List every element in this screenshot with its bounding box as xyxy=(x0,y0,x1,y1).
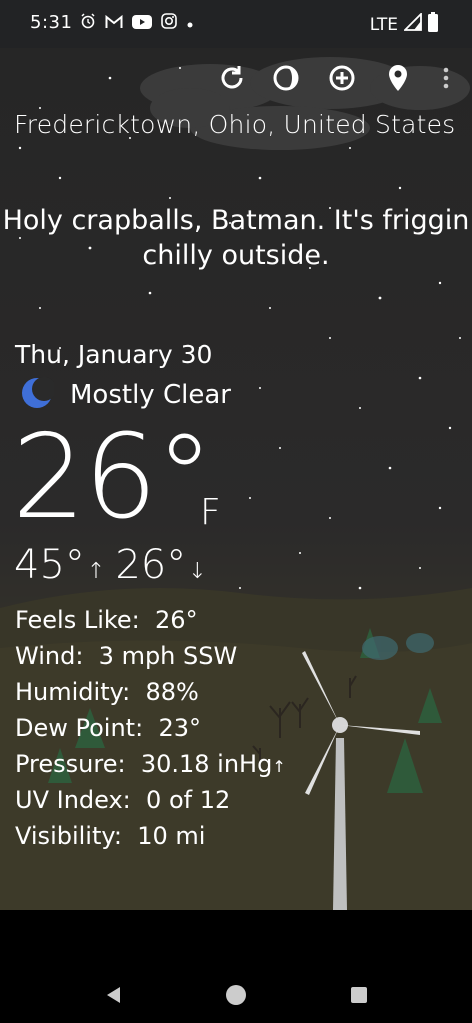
theme-button[interactable] xyxy=(270,62,302,94)
network-label: LTE xyxy=(369,14,398,35)
detail-label: Pressure: xyxy=(15,750,126,778)
recents-button[interactable] xyxy=(350,986,368,1004)
detail-visibility: Visibility: 10 mi xyxy=(15,818,286,854)
detail-value: 0 of 12 xyxy=(146,786,231,814)
moon-icon xyxy=(20,376,56,414)
current-temperature: 26° xyxy=(12,410,214,545)
back-button[interactable] xyxy=(104,985,122,1005)
battery-icon xyxy=(428,12,438,37)
more-button[interactable] xyxy=(430,62,462,94)
forecast-date: Thu, January 30 xyxy=(15,340,213,369)
pressure-rising-icon: ↑ xyxy=(272,757,286,776)
status-right: LTE xyxy=(369,11,438,37)
status-bar: 5:31 LTE xyxy=(0,0,472,48)
instagram-icon xyxy=(161,13,177,33)
low-temp: 26° xyxy=(115,542,187,588)
detail-label: UV Index: xyxy=(15,786,131,814)
refresh-button[interactable] xyxy=(216,62,248,94)
detail-value: 30.18 inHg xyxy=(140,750,273,778)
detail-label: Visibility: xyxy=(15,822,122,850)
add-location-button[interactable] xyxy=(326,62,358,94)
home-button[interactable] xyxy=(225,984,247,1006)
detail-label: Wind: xyxy=(15,642,84,670)
notification-icons xyxy=(80,13,194,33)
refresh-icon xyxy=(221,66,243,89)
status-time: 5:31 xyxy=(30,12,73,33)
detail-dew-point: Dew Point: 23° xyxy=(15,710,286,746)
location-title[interactable]: Fredericktown, Ohio, United States xyxy=(14,110,455,139)
gmail-icon xyxy=(105,14,123,33)
add-location-icon xyxy=(329,65,355,91)
toolbar xyxy=(0,62,472,94)
condition-text: Mostly Clear xyxy=(70,380,231,410)
detail-feels-like: Feels Like: 26° xyxy=(15,602,286,638)
detail-label: Feels Like: xyxy=(15,606,140,634)
detail-wind: Wind: 3 mph SSW xyxy=(15,638,286,674)
recents-icon xyxy=(351,987,367,1003)
arrow-up-icon: ↑ xyxy=(86,559,106,584)
condition-row: Mostly Clear xyxy=(20,376,231,414)
weather-scene: Fredericktown, Ohio, United States Holy … xyxy=(0,48,472,910)
weather-tagline: Holy crapballs, Batman. It's friggin chi… xyxy=(2,205,470,271)
youtube-icon xyxy=(132,14,152,33)
back-icon xyxy=(107,987,120,1003)
dot-icon xyxy=(186,14,194,33)
alarm-icon xyxy=(80,13,96,33)
home-icon xyxy=(226,985,246,1005)
detail-value: 3 mph SSW xyxy=(98,642,238,670)
detail-value: 23° xyxy=(158,714,201,742)
location-pin-icon xyxy=(389,65,407,91)
more-icon xyxy=(443,67,449,89)
signal-icon xyxy=(402,11,422,36)
detail-label: Dew Point: xyxy=(15,714,144,742)
temperature-unit[interactable]: F xyxy=(200,492,221,533)
details-list: Feels Like: 26° Wind: 3 mph SSW Humidity… xyxy=(15,602,286,854)
detail-value: 10 mi xyxy=(137,822,206,850)
theme-icon xyxy=(273,65,299,91)
detail-value: 88% xyxy=(145,678,199,706)
detail-label: Humidity: xyxy=(15,678,131,706)
high-temp: 45° xyxy=(14,542,85,588)
detail-humidity: Humidity: 88% xyxy=(15,674,286,710)
navigation-bar xyxy=(0,910,472,1023)
detail-value: 26° xyxy=(155,606,198,634)
high-low-row: 45° ↑ 26° ↓ xyxy=(14,542,217,588)
arrow-down-icon: ↓ xyxy=(188,559,207,584)
detail-uv-index: UV Index: 0 of 12 xyxy=(15,782,286,818)
detail-pressure: Pressure: 30.18 inHg↑ xyxy=(15,746,286,782)
location-button[interactable] xyxy=(382,62,414,94)
